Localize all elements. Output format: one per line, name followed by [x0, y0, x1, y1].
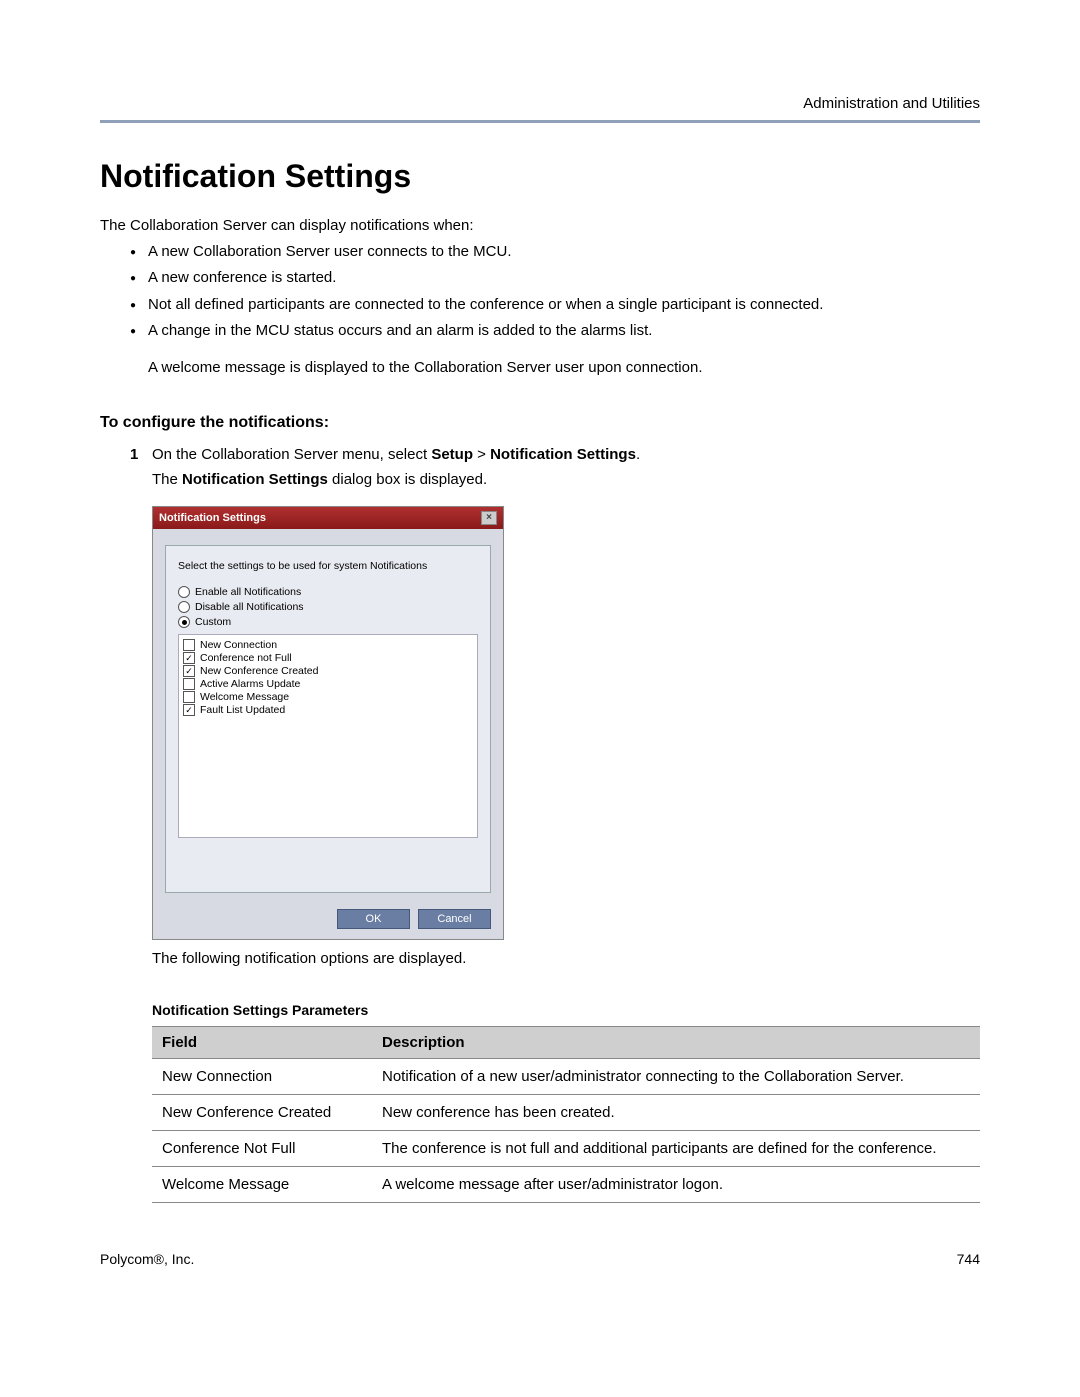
- step-text-part: On the Collaboration Server menu, select: [152, 446, 431, 463]
- step-text-bold: Notification Settings: [490, 446, 636, 463]
- check-label: Conference not Full: [200, 652, 292, 664]
- step-text-part: >: [473, 446, 490, 463]
- check-new-conference-created[interactable]: New Conference Created: [183, 665, 473, 677]
- td-desc: Notification of a new user/administrator…: [372, 1059, 980, 1095]
- table-row: New Connection Notification of a new use…: [152, 1059, 980, 1095]
- dialog-titlebar: Notification Settings ×: [153, 507, 503, 529]
- check-active-alarms-update[interactable]: Active Alarms Update: [183, 678, 473, 690]
- check-label: New Connection: [200, 639, 277, 651]
- table-row: Welcome Message A welcome message after …: [152, 1167, 980, 1203]
- check-conference-not-full[interactable]: Conference not Full: [183, 652, 473, 664]
- footer-left: Polycom®, Inc.: [100, 1251, 194, 1267]
- bullet-item: Not all defined participants are connect…: [130, 295, 980, 315]
- radio-icon: [178, 601, 190, 613]
- checkbox-icon: [183, 665, 195, 677]
- section-title: Notification Settings: [100, 158, 980, 195]
- check-label: Welcome Message: [200, 691, 289, 703]
- after-bullets-text: A welcome message is displayed to the Co…: [148, 359, 980, 376]
- intro-text: The Collaboration Server can display not…: [100, 217, 980, 234]
- checkbox-icon: [183, 652, 195, 664]
- table-row: New Conference Created New conference ha…: [152, 1095, 980, 1131]
- step-subtext: The Notification Settings dialog box is …: [152, 471, 980, 488]
- radio-label: Enable all Notifications: [195, 586, 301, 598]
- checkbox-icon: [183, 678, 195, 690]
- radio-custom[interactable]: Custom: [178, 616, 478, 628]
- step-number: 1: [130, 444, 138, 465]
- ok-button[interactable]: OK: [337, 909, 410, 929]
- table-row: Conference Not Full The conference is no…: [152, 1131, 980, 1167]
- radio-label: Custom: [195, 616, 231, 628]
- cancel-button[interactable]: Cancel: [418, 909, 491, 929]
- checkbox-icon: [183, 691, 195, 703]
- td-field: New Conference Created: [152, 1095, 372, 1131]
- check-fault-list-updated[interactable]: Fault List Updated: [183, 704, 473, 716]
- check-label: Active Alarms Update: [200, 678, 300, 690]
- footer-page-number: 744: [957, 1251, 980, 1267]
- check-label: Fault List Updated: [200, 704, 285, 716]
- step-item: 1 On the Collaboration Server menu, sele…: [130, 444, 980, 465]
- dialog-prompt: Select the settings to be used for syste…: [178, 560, 478, 572]
- radio-label: Disable all Notifications: [195, 601, 304, 613]
- check-label: New Conference Created: [200, 665, 318, 677]
- step-subtext-part: dialog box is displayed.: [328, 471, 487, 488]
- step-text-bold: Setup: [431, 446, 473, 463]
- page-header-right: Administration and Utilities: [100, 95, 980, 112]
- check-new-connection[interactable]: New Connection: [183, 639, 473, 651]
- dialog-title-text: Notification Settings: [159, 512, 266, 524]
- post-dialog-text: The following notification options are d…: [152, 950, 980, 967]
- parameters-table: Field Description New Connection Notific…: [152, 1026, 980, 1203]
- radio-icon: [178, 616, 190, 628]
- step-subtext-part: The: [152, 471, 182, 488]
- th-field: Field: [152, 1027, 372, 1059]
- step-subtext-bold: Notification Settings: [182, 471, 328, 488]
- td-desc: The conference is not full and additiona…: [372, 1131, 980, 1167]
- td-field: Welcome Message: [152, 1167, 372, 1203]
- step-text-part: .: [636, 446, 640, 463]
- bullet-item: A new Collaboration Server user connects…: [130, 242, 980, 262]
- custom-checklist: New Connection Conference not Full New C…: [178, 634, 478, 838]
- td-field: New Connection: [152, 1059, 372, 1095]
- close-icon[interactable]: ×: [481, 511, 497, 525]
- procedure-heading: To configure the notifications:: [100, 414, 980, 432]
- header-rule: [100, 120, 980, 123]
- radio-enable-all[interactable]: Enable all Notifications: [178, 586, 478, 598]
- check-welcome-message[interactable]: Welcome Message: [183, 691, 473, 703]
- table-caption: Notification Settings Parameters: [152, 1002, 980, 1018]
- td-field: Conference Not Full: [152, 1131, 372, 1167]
- td-desc: New conference has been created.: [372, 1095, 980, 1131]
- bullet-item: A change in the MCU status occurs and an…: [130, 321, 980, 341]
- th-description: Description: [372, 1027, 980, 1059]
- bullet-list: A new Collaboration Server user connects…: [130, 242, 980, 341]
- radio-disable-all[interactable]: Disable all Notifications: [178, 601, 478, 613]
- checkbox-icon: [183, 704, 195, 716]
- notification-settings-dialog: Notification Settings × Select the setti…: [152, 506, 504, 940]
- td-desc: A welcome message after user/administrat…: [372, 1167, 980, 1203]
- bullet-item: A new conference is started.: [130, 268, 980, 288]
- radio-icon: [178, 586, 190, 598]
- checkbox-icon: [183, 639, 195, 651]
